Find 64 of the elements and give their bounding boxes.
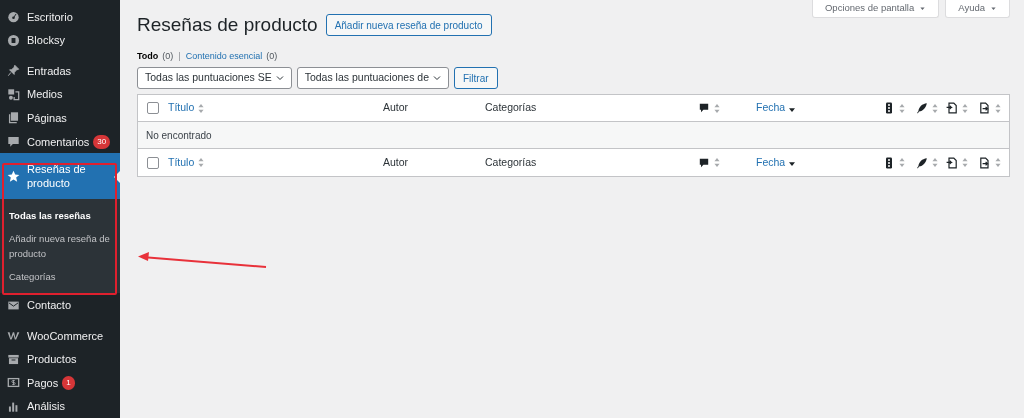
archive-box-icon: [7, 352, 20, 366]
sidebar-item[interactable]: Escritorio: [0, 5, 120, 29]
view-count: (0): [266, 50, 278, 64]
empty-message: No encontrado: [146, 128, 212, 143]
traffic-light-icon: [883, 156, 895, 169]
screen-tab[interactable]: Opciones de pantalla: [811, 0, 940, 18]
chevron-down-icon: [432, 73, 442, 83]
column-heading: Autor: [383, 154, 409, 170]
sort-column-link[interactable]: Título: [168, 100, 195, 116]
document-arrow-icon: [979, 156, 991, 169]
traffic-light-icon: [883, 102, 895, 114]
current-menu-pointer: [114, 171, 120, 184]
view-separator: |: [178, 50, 181, 64]
dropdown-triangle-icon: [919, 5, 927, 12]
sidebar-item[interactable]: Comentarios 30: [0, 129, 120, 154]
sort-column-link[interactable]: Título: [168, 154, 195, 171]
document-arrow-icon: [946, 102, 958, 114]
column-heading: Autor: [383, 100, 409, 116]
sidebar-item[interactable]: Medios: [0, 82, 120, 107]
circle-logo-icon: [7, 33, 20, 47]
sidebar-item[interactable]: Pagos 1: [0, 370, 120, 395]
sidebar-item[interactable]: Productos: [0, 347, 120, 371]
view-count: (0): [162, 50, 174, 64]
column-heading: Categorías: [485, 100, 537, 116]
sidebar-item[interactable]: Blocksy: [0, 28, 120, 53]
document-arrow-icon: [979, 102, 991, 114]
document-arrow-icon: [946, 156, 958, 169]
chevron-down-icon: [274, 73, 285, 83]
submenu-item[interactable]: Añadir nueva reseña de producto: [0, 228, 120, 265]
submenu-item[interactable]: Todas las reseñas: [0, 205, 120, 227]
rating-filter-dropdown[interactable]: Todas las puntuaciones SE: [137, 67, 292, 89]
add-review-button[interactable]: Añadir nueva reseña de producto: [325, 14, 492, 36]
column-heading: Categorías: [485, 154, 537, 170]
sidebar-item[interactable]: Contacto: [0, 293, 120, 317]
page-title: Reseñas de producto: [137, 12, 318, 37]
filter-button[interactable]: Filtrar: [454, 67, 498, 89]
count-badge: 1: [62, 375, 75, 390]
feather-icon: [916, 102, 928, 114]
rating-filter-dropdown[interactable]: Todas las puntuaciones de: [296, 67, 449, 89]
screen-tab[interactable]: Ayuda: [945, 0, 1010, 18]
sort-column-link[interactable]: Fecha: [756, 154, 786, 171]
select-all-checkbox[interactable]: [147, 156, 159, 169]
sidebar-item[interactable]: Páginas: [0, 106, 120, 130]
pushpin-icon: [7, 64, 20, 78]
feather-icon: [916, 156, 928, 169]
count-badge: 30: [93, 134, 111, 149]
media-icon: [7, 87, 20, 101]
sidebar-item[interactable]: Entradas: [0, 59, 120, 83]
sidebar-item[interactable]: Análisis: [0, 394, 120, 418]
sidebar-item[interactable]: WooCommerce: [0, 323, 120, 348]
speech-bubble-icon: [7, 135, 20, 148]
view-link[interactable]: Contenido esencial: [185, 50, 263, 64]
view-link[interactable]: Todo: [137, 50, 159, 64]
submenu-item[interactable]: Categorías: [0, 266, 120, 288]
dashboard-icon: [7, 10, 20, 24]
pages-icon: [7, 111, 20, 125]
dropdown-triangle-icon: [990, 5, 997, 12]
speech-bubble-icon: [698, 102, 710, 114]
dollar-icon: [7, 376, 20, 390]
speech-bubble-icon: [698, 156, 710, 169]
select-all-checkbox[interactable]: [147, 102, 159, 114]
sort-column-link[interactable]: Fecha: [756, 100, 786, 116]
star-icon: [7, 169, 20, 183]
sidebar-item[interactable]: Reseñas de producto: [0, 153, 120, 200]
